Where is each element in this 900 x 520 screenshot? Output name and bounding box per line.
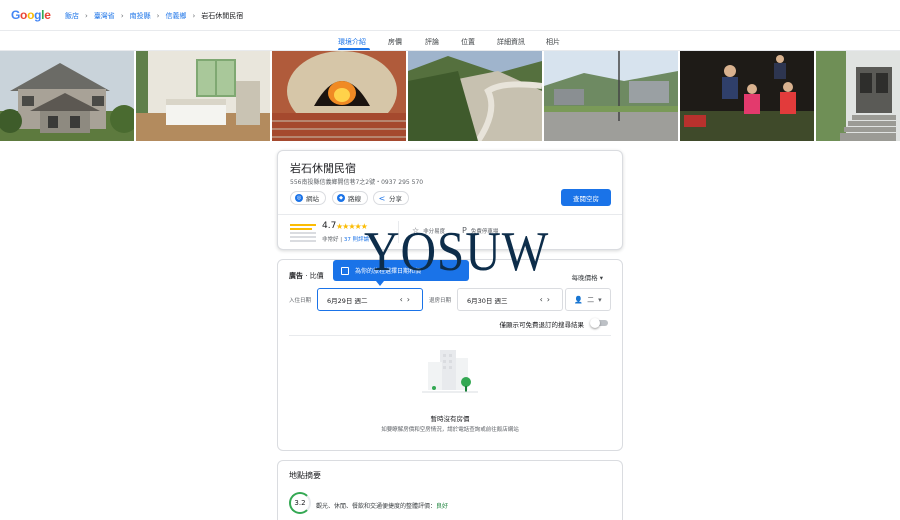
breadcrumb-province[interactable]: 臺灣省 (94, 11, 115, 21)
location-summary-card: 地點摘要 3.2 觀光、休閒、餐飲和交通便捷度的整體評價：良好 (277, 460, 623, 520)
divider (278, 214, 622, 215)
tab-photos[interactable]: 相片 (546, 37, 560, 47)
hotel-address: 556南投縣信義鄉開信巷7之2號・0937 295 570 (290, 179, 424, 186)
hotel-name: 岩石休閒民宿 (290, 162, 356, 175)
price-option-dropdown[interactable]: 每晚價格 ▾ (572, 272, 603, 282)
photo-pizza-oven[interactable] (272, 51, 406, 141)
share-button[interactable]: < 分享 (373, 191, 409, 205)
chevron-right-icon: › (85, 12, 88, 20)
rating-description: 非常好 (322, 237, 339, 243)
check-availability-button[interactable]: 查閱空房 (561, 189, 611, 206)
location-score: 3.2 (289, 492, 311, 514)
website-label: 網站 (306, 195, 319, 203)
tab-details[interactable]: 詳細資訊 (497, 37, 525, 47)
section-tabs: 環境介紹 房價 評論 位置 詳細資訊 相片 (0, 31, 900, 51)
checkout-date-field[interactable]: 6月30日 週三 ‹› (457, 288, 563, 311)
checkin-date-field[interactable]: 6月29日 週二 ‹› (317, 288, 423, 311)
tab-prices[interactable]: 房價 (388, 37, 402, 47)
photo-campfire-kids[interactable] (680, 51, 814, 141)
breadcrumb-county[interactable]: 南投縣 (130, 11, 151, 21)
rating-distribution-bars (290, 224, 316, 244)
logo-letter: G (11, 8, 21, 22)
website-button[interactable]: ◎ 網站 (290, 191, 326, 205)
photo-strip (0, 51, 900, 141)
tab-reviews[interactable]: 評論 (425, 37, 439, 47)
guests-value: 二 (587, 295, 595, 304)
tab-overview[interactable]: 環境介紹 (338, 37, 366, 47)
checkin-value: 6月29日 週二 (327, 296, 368, 305)
date-nav-arrows-icon[interactable]: ‹› (540, 295, 554, 304)
checkout-value: 6月30日 週三 (467, 296, 508, 305)
breadcrumb-hotels[interactable]: 飯店 (65, 11, 79, 21)
ad-label: 廣告 · 比價 (289, 272, 324, 280)
photo-mountain-road[interactable] (544, 51, 678, 141)
checkout-label: 退房日期 (429, 298, 452, 304)
globe-icon: ◎ (295, 194, 303, 202)
toggle-knob (590, 318, 600, 328)
logo-letter: o (20, 8, 28, 22)
chevron-right-icon: › (120, 12, 124, 20)
directions-icon: ◆ (337, 194, 345, 202)
location-title: 地點摘要 (289, 471, 321, 480)
top-bar: Google 飯店 › 臺灣省 › 南投縣 › 信義鄉 › 岩石休閒民宿 (0, 0, 900, 31)
active-tab-indicator (338, 48, 370, 50)
photo-bedroom[interactable] (136, 51, 270, 141)
caret-down-icon: ▾ (598, 295, 602, 304)
rating-summary: 非常好 | 37 則評論 (322, 237, 370, 243)
logo-letter: g (34, 8, 42, 22)
photo-valley[interactable] (408, 51, 542, 141)
directions-button[interactable]: ◆ 路線 (332, 191, 368, 205)
caret-down-icon: ▾ (599, 274, 603, 282)
breadcrumb-current: 岩石休閒民宿 (201, 12, 244, 20)
person-icon: 👤 (574, 295, 584, 304)
guests-selector[interactable]: 👤 二 ▾ (565, 288, 611, 311)
photo-exterior[interactable] (0, 51, 134, 141)
logo-letter: o (27, 8, 35, 22)
share-label: 分享 (389, 195, 402, 203)
tab-location[interactable]: 位置 (461, 37, 475, 47)
google-logo[interactable]: Google (11, 8, 51, 22)
rating-score: 4.7 (322, 221, 337, 231)
checkin-label: 入住日期 (289, 298, 312, 304)
chevron-right-icon: › (156, 12, 160, 20)
divider (289, 335, 611, 336)
share-icon: < (378, 193, 386, 203)
free-cancel-toggle-label: 僅顯示可免費退訂的搜尋結果 (499, 321, 585, 329)
star-rating-icon: ★★★★★ (336, 222, 368, 231)
free-cancel-toggle[interactable] (590, 318, 608, 328)
empty-hotel-illustration (422, 346, 478, 398)
breadcrumb-township[interactable]: 信義鄉 (165, 11, 186, 21)
watermark: YOSUW (364, 221, 550, 283)
calendar-icon (341, 266, 349, 275)
breadcrumb: 飯店 › 臺灣省 › 南投縣 › 信義鄉 › 岩石休閒民宿 (65, 11, 243, 21)
empty-state-subtitle: 如要瞭解房價和空房情況，請於電話查詢或前往飯店網站 (381, 427, 519, 433)
logo-letter: e (44, 8, 51, 22)
empty-state-title: 暫時沒有房價 (430, 415, 470, 423)
photo-entrance[interactable] (816, 51, 900, 141)
availability-card: 廣告 · 比價 為你的旅程選擇日期和價 每晚價格 ▾ 入住日期 6月29日 週二… (277, 259, 623, 451)
chevron-right-icon: › (192, 12, 196, 20)
date-nav-arrows-icon[interactable]: ‹› (400, 295, 414, 304)
directions-label: 路線 (348, 195, 361, 203)
